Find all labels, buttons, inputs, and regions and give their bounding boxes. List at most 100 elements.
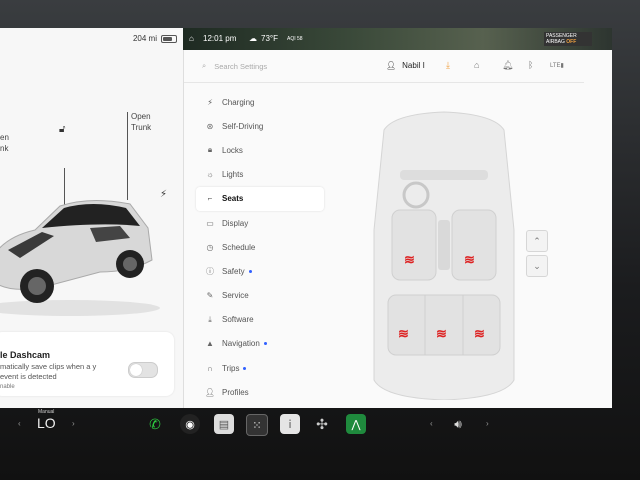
stocks-icon[interactable]: ⋀ — [346, 414, 366, 434]
menu-item-label: Trips — [222, 363, 240, 373]
status-bar: ⌂ 12:01 pm ☁︎ 73°F AQI 58 PASSENGER AIRB… — [183, 28, 612, 50]
phone-icon[interactable]: ✆ — [145, 414, 165, 434]
navigation-arrow-icon: ▲ — [206, 339, 214, 349]
battery-icon — [161, 34, 177, 43]
volume-up-chevron-icon[interactable]: › — [486, 419, 489, 428]
garage-icon[interactable]: ⌂ — [474, 60, 479, 70]
wrench-icon: ✎ — [206, 291, 214, 301]
toybox-icon[interactable]: ⅰ — [280, 414, 300, 434]
charging-bolt-icon: ⚡︎ — [207, 97, 213, 107]
download-icon: ⤓ — [208, 314, 212, 324]
menu-item-navigation[interactable]: ▲ Navigation — [196, 332, 324, 356]
menu-item-lights[interactable]: ☼ Lights — [196, 163, 324, 187]
menu-item-safety[interactable]: ⓘ Safety — [196, 259, 324, 283]
frunk-label-line2: nk — [0, 144, 9, 153]
menu-item-label: Lights — [222, 170, 244, 180]
menu-item-schedule[interactable]: ◷ Schedule — [196, 235, 324, 259]
menu-item-profiles[interactable]: 👤︎ Profiles — [196, 380, 324, 404]
car-image — [0, 199, 160, 316]
menu-item-label: Service — [222, 291, 249, 301]
volume-icon[interactable]: 🔊︎ — [448, 414, 468, 434]
menu-item-seats[interactable]: ⌐ Seats — [196, 186, 324, 211]
menu-item-service[interactable]: ✎ Service — [196, 284, 324, 308]
schedule-clock-icon: ◷ — [206, 242, 214, 252]
rear-left-seat-heater-button[interactable]: ≋ — [398, 326, 409, 342]
open-frunk-button[interactable]: en nk — [0, 132, 9, 154]
outside-temperature: 73°F — [261, 34, 278, 43]
trips-icon: ∩ — [207, 363, 213, 373]
settings-topbar: ⌕ Search Settings 👤︎ Nabil I ⤓ ⌂ 🔔︎ ᛒ LT… — [184, 50, 584, 83]
download-icon[interactable]: ⤓ — [446, 60, 450, 71]
passenger-seat-heater-button[interactable]: ≋ — [464, 252, 475, 268]
open-trunk-button[interactable]: Open Trunk — [131, 111, 151, 133]
menu-item-self-driving[interactable]: ⊛ Self-Driving — [196, 114, 324, 138]
search-icon: ⌕ — [202, 61, 207, 70]
lights-sun-icon: ☼ — [206, 170, 214, 180]
menu-item-label: Locks — [222, 145, 243, 155]
display-icon: ▭ — [206, 218, 214, 228]
scroll-up-button[interactable]: ⌃ — [526, 230, 548, 252]
trunk-label-line1: Open — [131, 112, 151, 121]
touchscreen: 204 mi en nk 🔓︎ Open Trunk ⚡︎ le Dashcam… — [0, 28, 612, 408]
app-launcher-icon[interactable]: ⁙ — [246, 414, 268, 436]
dashcam-description: matically save clips when a y event is d… — [0, 362, 97, 381]
menu-item-software[interactable]: ⤓ Software — [196, 308, 324, 332]
app-dock: ✆ ◉ ▤ ⁙ ⅰ ✣ ⋀ ‹ 🔊︎ › — [0, 408, 612, 442]
sentry-dashcam-card: le Dashcam matically save clips when a y… — [0, 332, 174, 396]
passenger-airbag-indicator: PASSENGER AIRBAG OFF — [544, 32, 592, 46]
profile-icon: 👤︎ — [386, 61, 397, 70]
menu-item-label: Profiles — [222, 387, 249, 397]
airbag-state: OFF — [566, 39, 577, 45]
settings-panel: ⌕ Search Settings 👤︎ Nabil I ⤓ ⌂ 🔔︎ ᛒ LT… — [184, 50, 612, 408]
notes-icon[interactable]: ▤ — [214, 414, 234, 434]
profile-icon: 👤︎ — [204, 387, 216, 397]
scroll-down-button[interactable]: ⌄ — [526, 255, 548, 277]
menu-item-label: Self-Driving — [222, 121, 264, 131]
menu-item-charging[interactable]: ⚡︎ Charging — [196, 90, 324, 114]
search-placeholder: Search Settings — [214, 61, 268, 71]
range-value: 204 mi — [132, 34, 157, 43]
clock: 12:01 pm — [203, 34, 237, 43]
car-topview-image — [373, 111, 515, 401]
rear-center-seat-heater-button[interactable]: ≋ — [436, 326, 447, 342]
cloud-icon: ☁︎ — [249, 34, 257, 43]
menu-item-label: Schedule — [222, 242, 256, 252]
bluetooth-icon[interactable]: ᛒ — [528, 60, 533, 70]
lock-icon: 🔒︎ — [207, 145, 213, 155]
seat-diagram: ≋ ≋ ≋ ≋ ≋ — [364, 110, 524, 401]
menu-item-display[interactable]: ▭ Display — [196, 211, 324, 235]
notification-dot — [263, 342, 267, 346]
trunk-label-line2: Trunk — [131, 123, 152, 132]
driver-seat-heater-button[interactable]: ≋ — [404, 252, 415, 268]
menu-item-locks[interactable]: 🔒︎ Locks — [196, 138, 324, 162]
fan-icon[interactable]: ✣ — [312, 414, 332, 434]
home-icon: ⌂ — [189, 34, 194, 43]
steering-wheel-icon: ⊛ — [206, 121, 214, 131]
charge-port-icon[interactable]: ⚡︎ — [160, 189, 167, 200]
unlock-icon[interactable]: 🔓︎ — [59, 124, 65, 135]
notification-dot — [248, 269, 252, 273]
menu-item-label: Seats — [222, 194, 244, 204]
bell-icon[interactable]: 🔔︎ — [502, 60, 513, 71]
rear-right-seat-heater-button[interactable]: ≋ — [474, 326, 485, 342]
lte-signal-icon: LTE▮ — [550, 63, 564, 69]
seat-icon: ⌐ — [207, 194, 213, 204]
airbag-line2: AIRBAG — [546, 39, 565, 45]
dashcam-title: le Dashcam — [0, 350, 51, 360]
menu-item-label: Software — [222, 315, 254, 325]
dashcam-enable-label: nable — [0, 384, 15, 390]
search-settings[interactable]: ⌕ Search Settings — [202, 61, 267, 71]
menu-item-label: Navigation — [222, 339, 260, 349]
vehicle-panel: 204 mi en nk 🔓︎ Open Trunk ⚡︎ le Dashcam… — [0, 28, 184, 408]
range-indicator: 204 mi — [133, 34, 177, 43]
menu-item-trips[interactable]: ∩ Trips — [196, 356, 324, 380]
camera-icon[interactable]: ◉ — [180, 414, 200, 434]
settings-menu: ⚡︎ Charging ⊛ Self-Driving 🔒︎ Locks ☼ Lights ⌐ Se… — [196, 90, 324, 404]
safety-icon: ⓘ — [206, 266, 214, 276]
menu-item-label: Display — [222, 218, 249, 228]
dashcam-toggle[interactable] — [128, 362, 158, 378]
user-profile-button[interactable]: 👤︎ Nabil I — [386, 61, 425, 70]
user-name: Nabil I — [402, 61, 425, 70]
volume-down-chevron-icon[interactable]: ‹ — [430, 419, 433, 428]
frunk-label-line1: en — [0, 133, 9, 142]
